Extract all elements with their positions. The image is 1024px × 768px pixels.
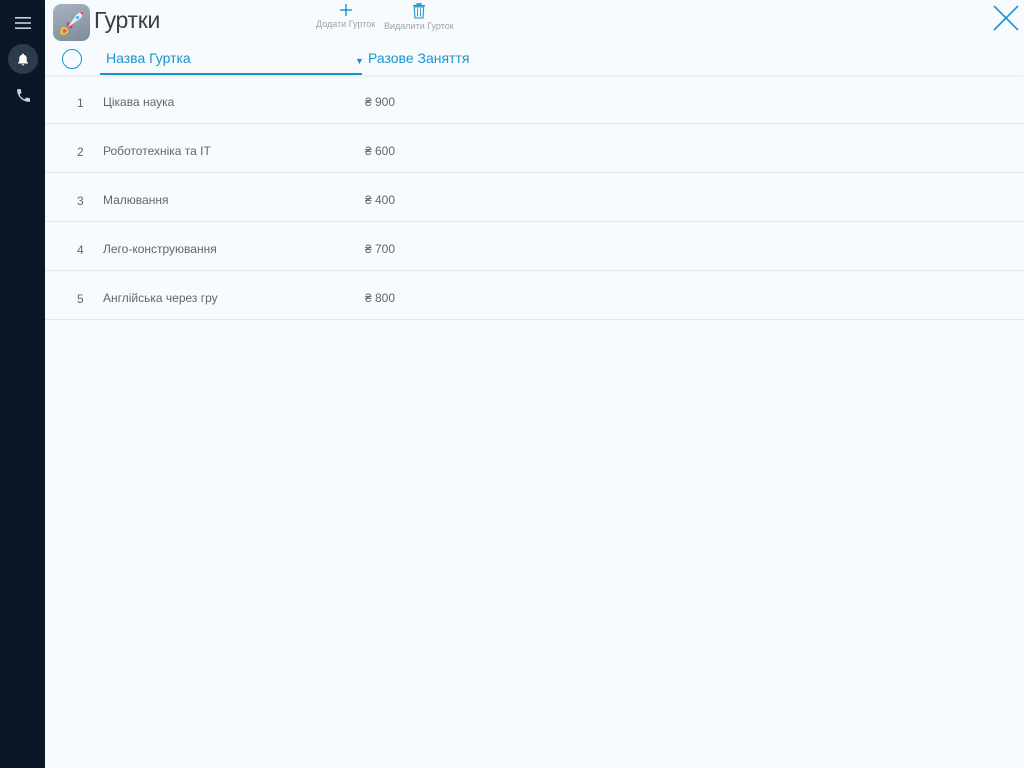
rocket-icon bbox=[59, 11, 83, 35]
sort-desc-icon[interactable]: ▼ bbox=[355, 56, 364, 66]
trash-icon bbox=[412, 3, 425, 19]
menu-icon bbox=[15, 17, 31, 29]
page-title: Гуртки bbox=[94, 7, 161, 33]
club-price: ₴ 800 bbox=[365, 291, 396, 305]
row-number: 3 bbox=[77, 194, 84, 208]
club-name: Малювання bbox=[103, 193, 169, 207]
add-club-label: Додати Гурток bbox=[316, 19, 376, 29]
table-row[interactable]: 5 Англійська через гру ₴ 800 bbox=[45, 271, 1024, 320]
add-club-button[interactable]: Додати Гурток bbox=[316, 3, 375, 29]
plus-icon bbox=[339, 4, 352, 16]
bell-icon bbox=[18, 53, 28, 65]
club-name: Лего-конструювання bbox=[103, 242, 217, 256]
table-row[interactable]: 4 Лего-конструювання ₴ 700 bbox=[45, 222, 1024, 271]
delete-club-label: Видалити Гурток bbox=[384, 21, 454, 31]
table-row[interactable]: 3 Малювання ₴ 400 bbox=[45, 173, 1024, 222]
row-number: 4 bbox=[77, 243, 84, 257]
club-name: Робототехніка та IT bbox=[103, 144, 211, 158]
row-number: 1 bbox=[77, 96, 84, 110]
row-number: 5 bbox=[77, 292, 84, 306]
phone-icon bbox=[16, 88, 30, 102]
column-name-label: Назва Гуртка bbox=[106, 50, 191, 66]
table-row[interactable]: 2 Робототехніка та IT ₴ 600 bbox=[45, 124, 1024, 173]
menu-button[interactable] bbox=[8, 8, 38, 38]
club-list: 1 Цікава наука ₴ 900 2 Робототехніка та … bbox=[45, 75, 1024, 320]
row-number: 2 bbox=[77, 145, 84, 159]
club-price: ₴ 400 bbox=[365, 193, 396, 207]
rocket-app-icon bbox=[53, 4, 90, 41]
close-icon bbox=[993, 5, 1019, 31]
club-name: Цікава наука bbox=[103, 95, 175, 109]
column-header-price[interactable]: Разове Заняття bbox=[368, 50, 469, 66]
close-button[interactable] bbox=[991, 3, 1021, 33]
delete-club-button[interactable]: Видалити Гурток bbox=[384, 3, 454, 31]
header: Гуртки Додати Гурток Видалити Гурток Наз… bbox=[45, 0, 1024, 75]
club-name: Англійська через гру bbox=[103, 291, 218, 305]
table-row[interactable]: 1 Цікава наука ₴ 900 bbox=[45, 75, 1024, 124]
club-price: ₴ 600 bbox=[365, 144, 396, 158]
sidebar bbox=[0, 0, 45, 768]
call-button[interactable] bbox=[8, 80, 38, 110]
select-all-checkbox[interactable] bbox=[62, 49, 82, 69]
notifications-button[interactable] bbox=[8, 44, 38, 74]
column-header-name[interactable]: Назва Гуртка bbox=[100, 47, 362, 75]
club-price: ₴ 900 bbox=[365, 95, 396, 109]
club-price: ₴ 700 bbox=[365, 242, 396, 256]
main-panel: Гуртки Додати Гурток Видалити Гурток Наз… bbox=[45, 0, 1024, 768]
